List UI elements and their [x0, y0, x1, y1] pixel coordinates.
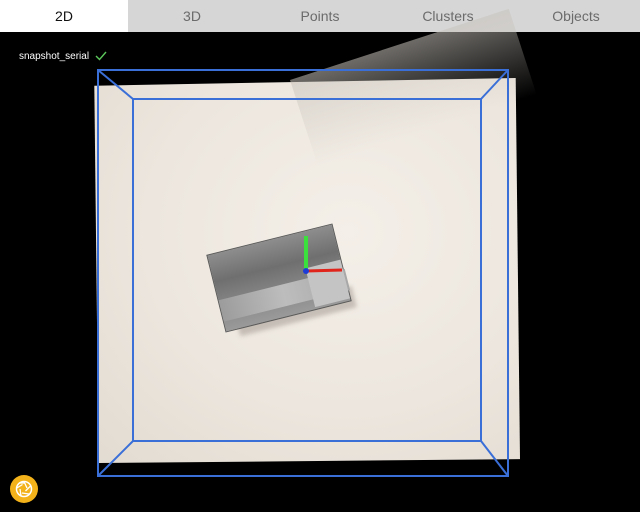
- tab-2d[interactable]: 2D: [0, 0, 128, 32]
- check-icon: [95, 51, 107, 61]
- capture-button[interactable]: [10, 475, 38, 503]
- aperture-icon: [15, 480, 33, 498]
- tab-objects[interactable]: Objects: [512, 0, 640, 32]
- snapshot-name: snapshot_serial: [19, 50, 90, 62]
- snapshot-status: snapshot_serial: [19, 49, 107, 63]
- object-corner-patch: [305, 259, 351, 308]
- tab-3d[interactable]: 3D: [128, 0, 256, 32]
- view-tab-bar: 2D 3D Points Clusters Objects: [0, 0, 640, 32]
- tab-points[interactable]: Points: [256, 0, 384, 32]
